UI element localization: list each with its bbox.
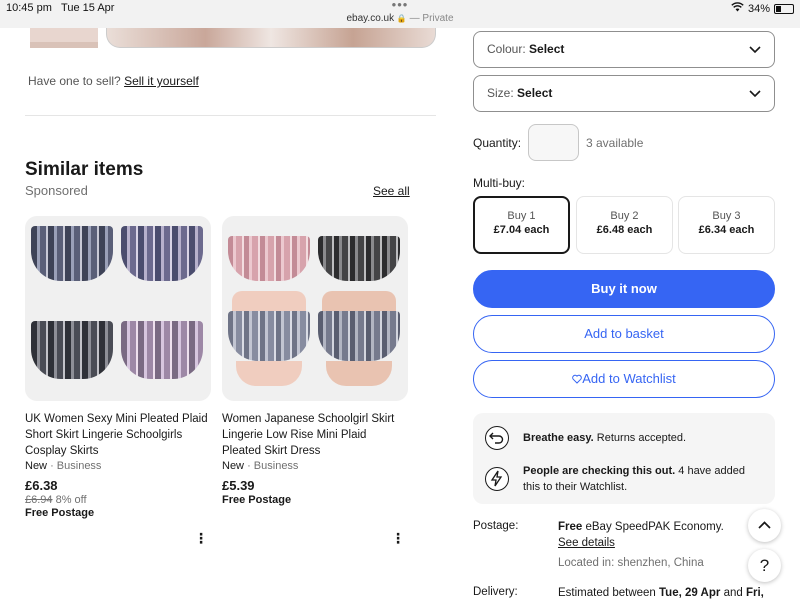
similar-item-condition: New · Business bbox=[25, 460, 102, 472]
see-all-link[interactable]: See all bbox=[373, 184, 410, 198]
skirt-photo bbox=[318, 236, 400, 281]
skirt-photo bbox=[228, 311, 310, 361]
tab-menu-dots[interactable]: ••• bbox=[0, 0, 800, 12]
see-details-link[interactable]: See details bbox=[558, 537, 615, 549]
similar-item-card[interactable]: UK Women Sexy Mini Pleated Plaid Short S… bbox=[25, 216, 211, 519]
help-button[interactable]: ? bbox=[748, 549, 781, 582]
similar-item-postage: Free Postage bbox=[25, 507, 95, 519]
info-panel: Breathe easy. Returns accepted. People a… bbox=[473, 413, 775, 504]
gallery-thumbnail-divider bbox=[30, 42, 98, 48]
similar-item-was-price: £6.94 8% off bbox=[25, 494, 87, 506]
chevron-down-icon bbox=[749, 90, 761, 98]
return-arrow-icon bbox=[485, 426, 509, 450]
scroll-to-top-button[interactable] bbox=[748, 509, 781, 542]
quantity-label: Quantity: bbox=[473, 136, 522, 150]
photo-model bbox=[232, 291, 306, 311]
similar-item-card[interactable]: Women Japanese Schoolgirl Skirt Lingerie… bbox=[222, 216, 408, 506]
heart-icon bbox=[572, 374, 583, 384]
returns-text: Breathe easy. Returns accepted. bbox=[523, 432, 687, 444]
battery-percent: 34% bbox=[747, 2, 770, 15]
chevron-down-icon bbox=[749, 46, 761, 54]
skirt-photo bbox=[31, 226, 113, 281]
product-gallery[interactable] bbox=[30, 28, 436, 48]
quantity-input[interactable] bbox=[528, 124, 579, 161]
sell-it-yourself-link[interactable]: Sell it yourself bbox=[124, 74, 199, 88]
similar-item-postage: Free Postage bbox=[222, 494, 292, 506]
add-to-basket-button[interactable]: Add to basket bbox=[473, 315, 775, 353]
delivery-label: Delivery: bbox=[473, 586, 518, 598]
more-options-icon[interactable]: ⋮ bbox=[194, 531, 208, 545]
similar-item-price: £6.38 bbox=[25, 478, 58, 493]
help-icon: ? bbox=[759, 556, 770, 575]
sell-prompt: Have one to sell? Sell it yourself bbox=[28, 74, 199, 88]
chevron-up-icon bbox=[758, 521, 771, 529]
multi-buy-label: Multi-buy: bbox=[473, 176, 526, 190]
similar-item-image[interactable] bbox=[222, 216, 408, 401]
photo-model bbox=[322, 291, 396, 311]
colour-select[interactable]: Colour: Select bbox=[473, 31, 775, 68]
wifi-icon bbox=[731, 2, 744, 15]
similar-item-title[interactable]: UK Women Sexy Mini Pleated Plaid Short S… bbox=[25, 411, 211, 459]
address-bar[interactable]: ebay.co.uk 🔒 — Private bbox=[0, 13, 800, 24]
buy-it-now-button[interactable]: Buy it now bbox=[473, 270, 775, 308]
skirt-photo bbox=[121, 321, 203, 379]
skirt-photo bbox=[121, 226, 203, 281]
multi-buy-option-2[interactable]: Buy 2 £6.48 each bbox=[576, 196, 673, 254]
battery-icon bbox=[774, 3, 794, 14]
more-options-icon[interactable]: ⋮ bbox=[391, 531, 405, 545]
sponsored-label: Sponsored bbox=[25, 183, 88, 198]
delivery-value: Estimated between Tue, 29 Apr and Fri, bbox=[558, 587, 764, 599]
item-location: Located in: shenzhen, China bbox=[558, 557, 704, 569]
photo-model bbox=[326, 361, 392, 386]
size-select[interactable]: Size: Select bbox=[473, 75, 775, 112]
add-to-watchlist-button[interactable]: Add to Watchlist bbox=[473, 360, 775, 398]
similar-item-image[interactable] bbox=[25, 216, 211, 401]
postage-value: Free eBay SpeedPAK Economy. See details … bbox=[558, 521, 724, 569]
main-product-image[interactable] bbox=[106, 28, 436, 48]
skirt-photo bbox=[228, 236, 310, 281]
quantity-available: 3 available bbox=[586, 136, 644, 150]
similar-items-title: Similar items bbox=[25, 159, 144, 180]
status-bar: 10:45 pm Tue 15 Apr ••• ebay.co.uk 🔒 — P… bbox=[0, 0, 800, 28]
divider bbox=[25, 115, 436, 116]
photo-model bbox=[236, 361, 302, 386]
skirt-photo bbox=[318, 311, 400, 361]
watchers-text: People are checking this out. 4 have add… bbox=[523, 465, 745, 493]
multi-buy-option-1[interactable]: Buy 1 £7.04 each bbox=[473, 196, 570, 254]
similar-item-condition: New · Business bbox=[222, 460, 299, 472]
postage-label: Postage: bbox=[473, 520, 519, 532]
lightning-icon bbox=[485, 467, 509, 491]
status-indicators: 34% bbox=[731, 2, 794, 15]
skirt-photo bbox=[31, 321, 113, 379]
lock-icon: 🔒 bbox=[396, 14, 407, 23]
similar-item-title[interactable]: Women Japanese Schoolgirl Skirt Lingerie… bbox=[222, 411, 408, 459]
multi-buy-option-3[interactable]: Buy 3 £6.34 each bbox=[678, 196, 775, 254]
similar-item-price: £5.39 bbox=[222, 478, 255, 493]
